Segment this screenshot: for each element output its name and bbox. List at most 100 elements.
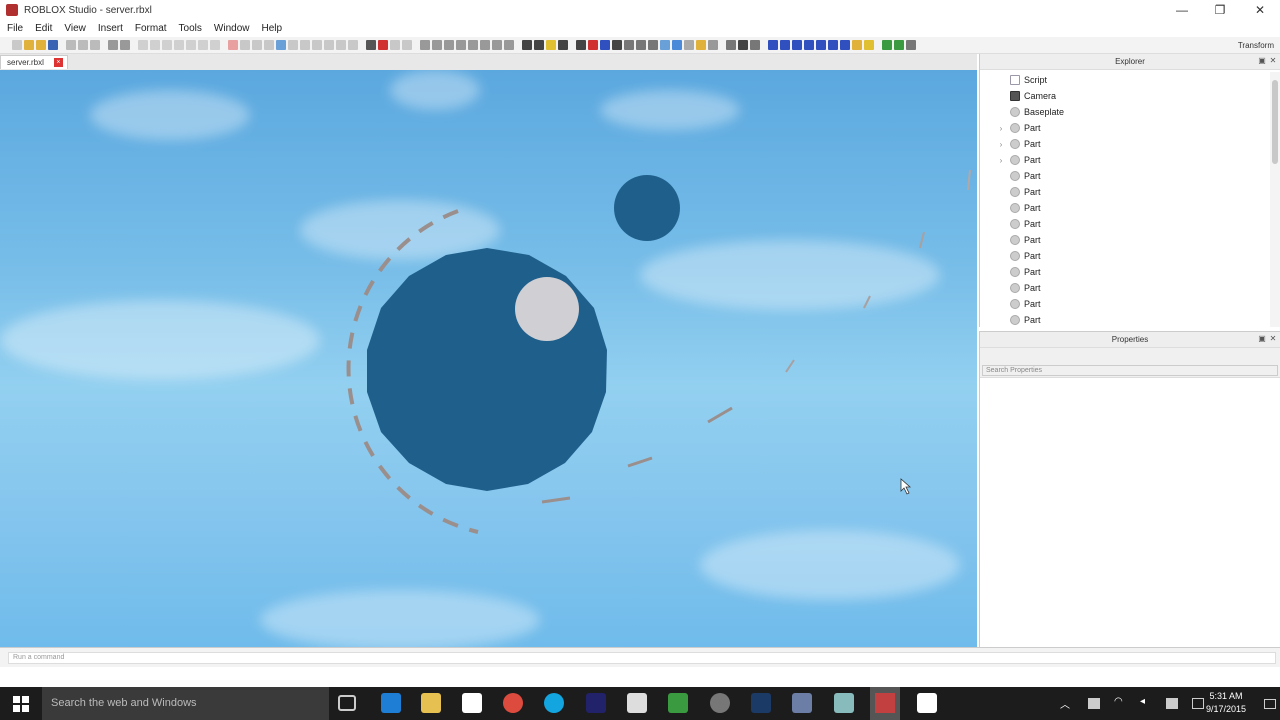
plugin-3-icon[interactable]: [792, 40, 802, 50]
tab-server-rbxl[interactable]: server.rbxl ×: [0, 55, 68, 69]
tree-item-part[interactable]: Part: [980, 168, 1270, 184]
menu-window[interactable]: Window: [214, 23, 250, 34]
notification-icon[interactable]: [1166, 698, 1178, 709]
chevron-right-icon[interactable]: ›: [996, 140, 1006, 149]
menu-insert[interactable]: Insert: [98, 23, 123, 34]
undo-icon[interactable]: [108, 40, 118, 50]
chevron-up-icon[interactable]: ︿: [1060, 696, 1072, 711]
anchor-tool-icon[interactable]: [708, 40, 718, 50]
edge-icon[interactable]: [381, 693, 401, 713]
pin-icon[interactable]: ▣: [1258, 335, 1266, 343]
warning-icon[interactable]: [864, 40, 874, 50]
file-explorer-icon[interactable]: [421, 693, 441, 713]
steam-icon[interactable]: [751, 693, 771, 713]
collision-icon[interactable]: [300, 40, 310, 50]
tree-item-part[interactable]: Part: [980, 216, 1270, 232]
zoom-out-icon[interactable]: [150, 40, 160, 50]
redo-icon[interactable]: [120, 40, 130, 50]
snap-icon[interactable]: [624, 40, 634, 50]
chrome-icon[interactable]: [503, 693, 523, 713]
panel-close-icon[interactable]: ✕: [1269, 57, 1277, 65]
notepad-icon[interactable]: [792, 693, 812, 713]
scroll-thumb[interactable]: [1272, 80, 1278, 164]
explorer-scrollbar[interactable]: [1270, 72, 1280, 327]
taskbar-search-input[interactable]: Search the web and Windows: [42, 687, 329, 720]
keyboard-icon[interactable]: [1192, 698, 1204, 709]
planet-sphere[interactable]: [367, 248, 607, 491]
copy-icon[interactable]: [78, 40, 88, 50]
cut-icon[interactable]: [66, 40, 76, 50]
tilt-right-icon[interactable]: [480, 40, 490, 50]
material-icon[interactable]: [324, 40, 334, 50]
tree-item-part[interactable]: › Part: [980, 152, 1270, 168]
wifi-icon[interactable]: ◠: [1114, 696, 1126, 707]
tree-item-part[interactable]: Part: [980, 184, 1270, 200]
taskbar-clock[interactable]: 5:31 AM 9/17/2015: [1206, 690, 1246, 716]
chevron-right-icon[interactable]: ›: [996, 156, 1006, 165]
tree-item-part[interactable]: Part: [980, 296, 1270, 312]
motor-icon[interactable]: [684, 40, 694, 50]
tree-item-part[interactable]: Part: [980, 264, 1270, 280]
start-button[interactable]: [0, 687, 42, 720]
minimize-button[interactable]: —: [1162, 0, 1202, 20]
tree-item-part[interactable]: › Part: [980, 136, 1270, 152]
stop-icon[interactable]: [366, 40, 376, 50]
battery-icon[interactable]: [1088, 698, 1100, 709]
pin-icon[interactable]: ▣: [1258, 57, 1266, 65]
maximize-button[interactable]: ❐: [1200, 0, 1240, 20]
help-icon[interactable]: [210, 40, 220, 50]
plugin-1-icon[interactable]: [768, 40, 778, 50]
rotate-left-icon[interactable]: [444, 40, 454, 50]
rotate-right-icon[interactable]: [456, 40, 466, 50]
step-icon[interactable]: [558, 40, 568, 50]
tree-item-part[interactable]: Part: [980, 232, 1270, 248]
action-center-icon[interactable]: [1260, 687, 1280, 720]
smooth-icon[interactable]: [696, 40, 706, 50]
tree-item-part[interactable]: Part: [980, 248, 1270, 264]
move-down-icon[interactable]: [420, 40, 430, 50]
menu-format[interactable]: Format: [135, 23, 167, 34]
align-icon[interactable]: [492, 40, 502, 50]
save-icon[interactable]: [48, 40, 58, 50]
tilt-up-icon[interactable]: [162, 40, 172, 50]
distribute-icon[interactable]: [504, 40, 514, 50]
weld-icon[interactable]: [348, 40, 358, 50]
roblox-studio-taskbar-icon[interactable]: [870, 687, 900, 720]
tree-item-script[interactable]: Script: [980, 72, 1270, 88]
select-icon[interactable]: [276, 40, 286, 50]
volume-icon[interactable]: ◂: [1140, 696, 1152, 707]
dropdown-icon[interactable]: [750, 40, 760, 50]
chevron-right-icon[interactable]: ›: [996, 124, 1006, 133]
move-tool-icon[interactable]: [588, 40, 598, 50]
menu-edit[interactable]: Edit: [35, 23, 52, 34]
menu-file[interactable]: File: [7, 23, 23, 34]
close-button[interactable]: ✕: [1240, 0, 1280, 20]
document-app-icon[interactable]: [834, 693, 854, 713]
pointer-icon[interactable]: [576, 40, 586, 50]
terminal-icon[interactable]: [917, 693, 937, 713]
rotate-tool-icon[interactable]: [612, 40, 622, 50]
close-icon[interactable]: ×: [53, 58, 63, 67]
pause-icon[interactable]: [546, 40, 556, 50]
task-view-icon[interactable]: [338, 695, 356, 711]
tree-item-part[interactable]: Part: [980, 312, 1270, 327]
weld-tool-icon[interactable]: [648, 40, 658, 50]
app-icon[interactable]: [586, 693, 606, 713]
properties-search-input[interactable]: Search Properties: [982, 365, 1278, 376]
lock-tool-icon[interactable]: [726, 40, 736, 50]
plugin-green-icon[interactable]: [882, 40, 892, 50]
screenshot-icon[interactable]: [402, 40, 412, 50]
menu-view[interactable]: View: [64, 23, 86, 34]
menu-tools[interactable]: Tools: [179, 23, 202, 34]
minecraft-icon[interactable]: [668, 693, 688, 713]
settings-app-icon[interactable]: [710, 693, 730, 713]
lock-icon[interactable]: [252, 40, 262, 50]
tilt-down-icon[interactable]: [174, 40, 184, 50]
glue-icon[interactable]: [660, 40, 670, 50]
store-icon[interactable]: [462, 693, 482, 713]
plugin-7-icon[interactable]: [840, 40, 850, 50]
paint-icon[interactable]: [312, 40, 322, 50]
3d-viewport[interactable]: [0, 70, 977, 647]
ungroup-icon[interactable]: [240, 40, 250, 50]
rotate-icon[interactable]: [198, 40, 208, 50]
